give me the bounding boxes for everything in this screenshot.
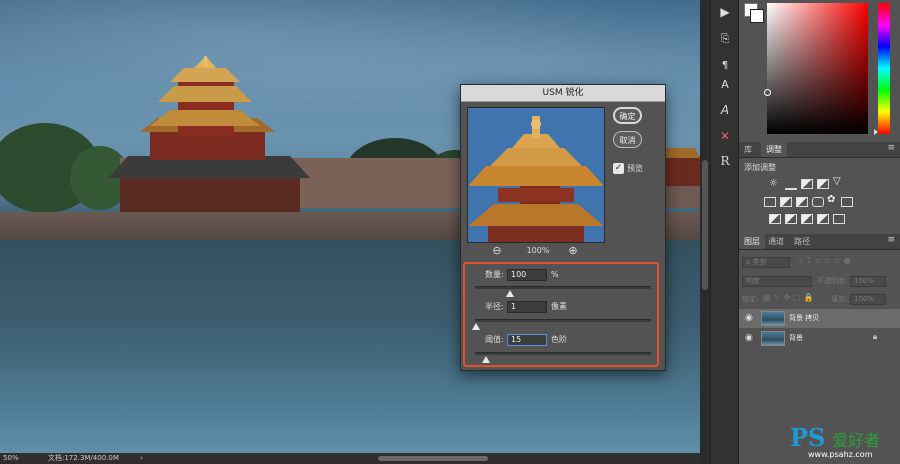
exposure-icon[interactable] <box>817 179 829 189</box>
color-panel <box>739 0 900 140</box>
layer-row[interactable]: ◉ 背景 🔒︎ <box>739 329 900 348</box>
fill-label: 填充: <box>831 295 848 303</box>
amount-input[interactable]: 100 <box>507 269 547 281</box>
panel-icon-dock: ▶ ⎘ ¶ A A ✕ R <box>710 0 739 464</box>
character-style-icon[interactable]: ¶ <box>716 56 734 74</box>
status-zoom[interactable]: 50% <box>3 453 19 464</box>
zoom-out-icon[interactable]: ⊖ <box>491 245 503 257</box>
layers-panel-menu-icon[interactable]: ≡ <box>887 235 895 245</box>
photo-filter-icon[interactable] <box>812 197 824 207</box>
gradient-map-icon[interactable] <box>817 214 829 224</box>
adjustments-tabbar: 库 调整 ≡ <box>739 142 900 158</box>
watermark-name: 爱好者 <box>832 431 881 450</box>
threshold-label: 阈值: <box>485 335 504 344</box>
cancel-button[interactable]: 取消 <box>613 131 642 148</box>
amount-slider-track[interactable] <box>475 286 651 289</box>
radius-label: 半径: <box>485 302 504 311</box>
radius-slider-thumb[interactable] <box>471 323 480 330</box>
brightness-icon[interactable]: ☼ <box>769 178 778 189</box>
watermark-url: www.psahz.com <box>808 450 873 459</box>
threshold-input[interactable]: 15 <box>507 334 547 346</box>
dialog-title[interactable]: USM 锐化 <box>461 85 665 102</box>
opacity-label: 不透明度: <box>817 277 848 285</box>
corner-tower <box>150 56 260 136</box>
threshold-slider-track[interactable] <box>475 352 651 355</box>
blend-mode-select[interactable]: 明度 <box>742 276 812 287</box>
threshold-unit: 色阶 <box>551 335 567 344</box>
layer-thumbnail <box>761 331 785 346</box>
clone-source-icon[interactable]: ⎘ <box>716 30 734 48</box>
preview-image <box>468 108 604 242</box>
vibrance-icon[interactable]: ▽ <box>833 176 841 187</box>
watermark: PS 爱好者 www.psahz.com <box>790 423 898 461</box>
curves-icon[interactable] <box>801 179 813 189</box>
panel-menu-icon[interactable]: ≡ <box>887 143 895 153</box>
hue-slider[interactable] <box>878 3 890 134</box>
watermark-brand: PS <box>790 423 826 452</box>
tab-library[interactable]: 库 <box>739 142 757 157</box>
horizontal-scrollbar[interactable] <box>378 456 488 461</box>
status-doc-info: 文档:172.3M/400.0M <box>48 454 119 462</box>
fill-field[interactable]: 100% <box>850 294 886 305</box>
amount-unit: % <box>551 270 559 279</box>
preview-zoom-level: 100% <box>526 246 550 255</box>
glyphs-icon[interactable]: A <box>716 101 734 119</box>
filter-preview[interactable] <box>467 107 605 243</box>
paragraph-icon[interactable]: A <box>716 75 734 93</box>
layer-filter-icons[interactable]: ▫T▫▫▫● <box>797 256 897 268</box>
tab-channels[interactable]: 通道 <box>763 234 789 249</box>
tab-layers[interactable]: 图层 <box>739 234 765 249</box>
color-picker-marker[interactable] <box>764 89 771 96</box>
scroll-thumb[interactable] <box>702 160 708 290</box>
ok-button[interactable]: 确定 <box>613 107 642 124</box>
add-adjustment-label: 添加调整 <box>744 163 776 172</box>
vertical-scrollbar[interactable] <box>700 0 710 464</box>
tools-icon[interactable]: ✕ <box>716 127 734 145</box>
play-icon[interactable]: ▶ <box>716 3 734 21</box>
visibility-eye-icon[interactable]: ◉ <box>745 313 755 323</box>
posterize-icon[interactable] <box>785 214 797 224</box>
preview-checkbox[interactable]: ✓ <box>613 163 624 174</box>
selective-color-icon[interactable] <box>833 214 845 224</box>
channel-mixer-icon[interactable]: ✿ <box>827 194 835 205</box>
opacity-field[interactable]: 100% <box>850 276 886 287</box>
amount-label: 数量: <box>485 270 504 279</box>
color-balance-icon[interactable] <box>780 197 792 207</box>
radius-input[interactable]: 1 <box>507 301 547 313</box>
levels-icon[interactable] <box>785 180 797 190</box>
color-lookup-icon[interactable] <box>841 197 853 207</box>
black-white-icon[interactable] <box>796 197 808 207</box>
threshold-slider-thumb[interactable] <box>481 356 490 363</box>
preview-label[interactable]: 预览 <box>627 163 643 174</box>
invert-icon[interactable] <box>769 214 781 224</box>
lock-icon: 🔒︎ <box>873 332 878 341</box>
visibility-eye-icon[interactable]: ◉ <box>745 333 755 343</box>
layer-name[interactable]: 背景 拷贝 <box>789 313 819 323</box>
tab-adjustments[interactable]: 调整 <box>761 142 787 157</box>
lock-icons[interactable]: ▦✎✥▢🔒 <box>763 293 816 302</box>
zoom-in-icon[interactable]: ⊕ <box>567 245 579 257</box>
properties-icon[interactable]: R <box>716 152 734 170</box>
tab-paths[interactable]: 路径 <box>789 234 815 249</box>
radius-unit: 像素 <box>551 302 567 311</box>
amount-slider-thumb[interactable] <box>506 290 515 297</box>
layer-thumbnail <box>761 311 785 326</box>
hue-slider-handle[interactable] <box>874 129 878 135</box>
lock-label: 锁定: <box>742 295 759 303</box>
background-color-swatch[interactable] <box>750 9 764 23</box>
layer-name[interactable]: 背景 <box>789 333 803 343</box>
status-menu-arrow[interactable]: › <box>140 453 143 464</box>
parameters-group: 数量: 100 % 半径: 1 像素 阈值: 15 色阶 <box>463 262 659 367</box>
unsharp-mask-dialog: USM 锐化 确定 取消 ✓ 预览 ⊖ 100% ⊕ 数量: 100 % 半径:… <box>460 84 666 371</box>
layer-filter-kind[interactable]: ρ 类型 <box>742 257 790 268</box>
status-bar: 50% 文档:172.3M/400.0M › <box>0 453 700 464</box>
threshold-icon[interactable] <box>801 214 813 224</box>
right-panels: 库 调整 ≡ 添加调整 ☼ ▽ ✿ 图层 通道 路径 ≡ ρ 类型 ▫T▫▫▫●… <box>738 0 900 464</box>
hue-saturation-icon[interactable] <box>764 197 776 207</box>
color-picker-field[interactable] <box>767 3 868 134</box>
radius-slider-track[interactable] <box>475 319 651 322</box>
layer-row[interactable]: ◉ 背景 拷贝 <box>739 309 900 328</box>
layers-tabbar: 图层 通道 路径 ≡ <box>739 234 900 250</box>
